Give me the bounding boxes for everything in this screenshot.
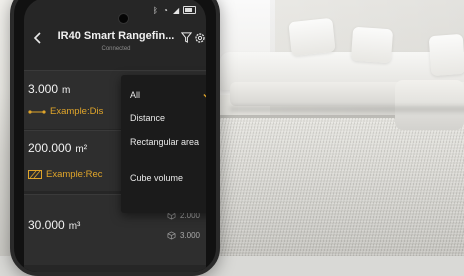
connection-status: Connected [101, 46, 131, 52]
measurement-value: 200.000 m² [28, 141, 87, 155]
measurement-value: 3.000 m [28, 82, 70, 96]
battery-icon [183, 6, 196, 14]
example-label: Example:Dis [28, 106, 103, 117]
app-bar: IR40 Smart Rangefin... Connected [24, 20, 206, 66]
app-screen: ᛒ ◔ ◢ IR40 Smart Rangefin... Connected 3… [24, 0, 206, 272]
sofa-shadow [230, 106, 464, 112]
menu-item-distance[interactable]: Distance [130, 113, 206, 124]
example-text: Example:Rec [46, 169, 103, 180]
value-unit: m² [75, 144, 88, 155]
status-bar: ᛒ ◔ ◢ [24, 4, 206, 23]
value-unit: m³ [68, 221, 81, 232]
wifi-icon: ◔ [163, 5, 168, 15]
filter-icon[interactable] [181, 32, 192, 43]
menu-item-cube-volume[interactable]: Cube volume [130, 173, 206, 184]
check-icon [203, 94, 206, 98]
cushion [428, 33, 464, 77]
value-unit: m [62, 85, 71, 96]
line-measure-icon [28, 109, 46, 114]
value-number: 3.000 [28, 82, 59, 96]
value-number: 30.000 [28, 218, 65, 232]
example-text: Example:Dis [50, 106, 104, 117]
signal-icon: ◢ [173, 5, 180, 15]
menu-item-rectangular-area[interactable]: Rectangular area [130, 137, 206, 148]
side-length-value: 3.000 [179, 231, 200, 240]
measurement-value: 30.000 m³ [28, 218, 80, 232]
side-length: 3.000 [167, 231, 200, 240]
example-label: Example:Rec [28, 169, 103, 180]
status-icons: ᛒ ◔ ◢ [153, 6, 196, 14]
menu-item-all[interactable]: All [130, 90, 206, 101]
area-icon [28, 170, 42, 179]
cube-icon [167, 231, 176, 240]
menu-item-label: All [130, 90, 141, 100]
sofa-chaise [395, 80, 464, 130]
back-icon[interactable] [32, 32, 44, 44]
value-number: 200.000 [28, 141, 72, 155]
cushion [350, 26, 394, 64]
bluetooth-icon: ᛒ [153, 5, 158, 15]
cushion [288, 17, 336, 57]
phone-frame: ᛒ ◔ ◢ IR40 Smart Rangefin... Connected 3… [10, 0, 220, 276]
filter-dropdown: All Distance Rectangular area Cube volum… [121, 75, 206, 213]
page-title: IR40 Smart Rangefin... [57, 30, 175, 42]
gear-icon[interactable] [194, 32, 206, 44]
